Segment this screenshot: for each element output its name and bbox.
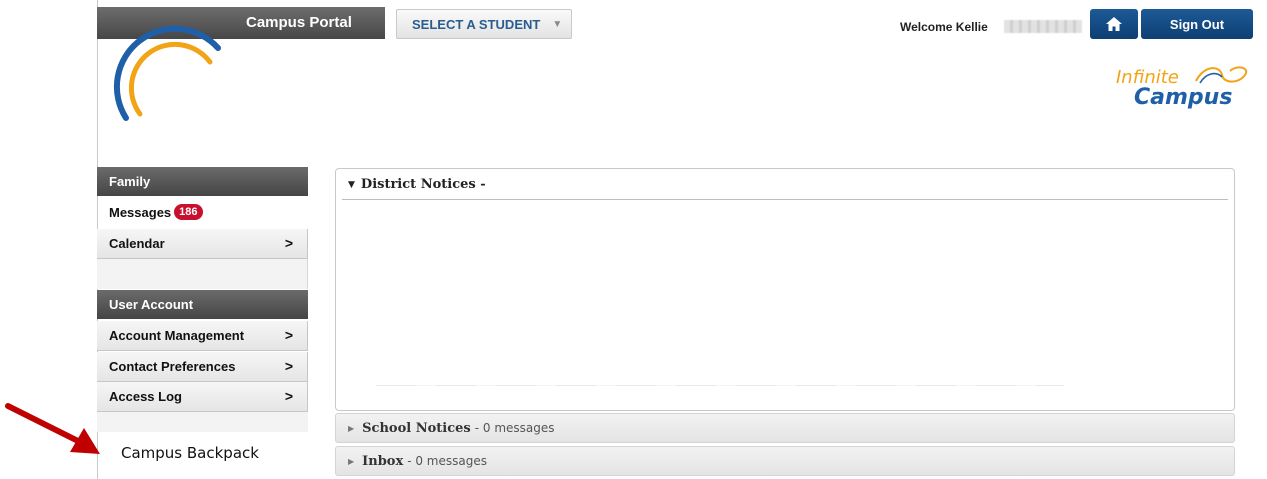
district-notices-panel: ▼ District Notices - xyxy=(335,168,1235,411)
contact-preferences-label: Contact Preferences xyxy=(109,359,236,374)
panel-divider xyxy=(342,199,1228,200)
select-student-dropdown[interactable]: SELECT A STUDENT ▼ xyxy=(396,9,572,39)
brand-line-2: Campus xyxy=(1134,85,1233,110)
inbox-title: Inbox xyxy=(362,453,404,469)
sidebar-item-calendar[interactable]: Calendar > xyxy=(97,229,308,259)
home-button[interactable] xyxy=(1090,9,1138,39)
redacted-name xyxy=(1004,20,1082,33)
inbox-count: - 0 messages xyxy=(407,454,487,468)
account-management-label: Account Management xyxy=(109,328,245,343)
district-notices-suffix: - xyxy=(475,177,486,192)
annotation-arrow-icon xyxy=(5,403,100,454)
sidebar-heading-family: Family xyxy=(97,167,308,196)
sign-out-button[interactable]: Sign Out xyxy=(1141,9,1253,39)
district-notices-title: District Notices xyxy=(360,177,476,192)
school-notices-panel[interactable]: ▶ School Notices - 0 messages xyxy=(335,413,1235,443)
sidebar-heading-user-account: User Account xyxy=(97,290,308,319)
school-notices-title: School Notices xyxy=(362,420,471,436)
sidebar-item-access-log[interactable]: Access Log > xyxy=(97,382,308,412)
sidebar-item-contact-preferences[interactable]: Contact Preferences > xyxy=(97,352,308,382)
campus-logo-icon xyxy=(113,25,221,121)
calendar-label: Calendar xyxy=(109,236,165,251)
family-heading-label: Family xyxy=(109,174,151,189)
access-log-label: Access Log xyxy=(109,389,182,404)
inbox-panel[interactable]: ▶ Inbox - 0 messages xyxy=(335,446,1235,476)
chevron-down-icon: ▼ xyxy=(552,18,563,30)
sidebar-spacer xyxy=(97,259,308,289)
chevron-right-icon: > xyxy=(284,327,293,343)
messages-count-badge: 186 xyxy=(174,204,203,220)
campus-backpack-link[interactable]: Campus Backpack xyxy=(121,444,259,462)
chevron-right-icon: > xyxy=(284,235,293,251)
triangle-down-icon: ▼ xyxy=(348,180,355,190)
triangle-right-icon: ▶ xyxy=(348,456,355,466)
school-notices-count: - 0 messages xyxy=(474,421,555,435)
home-icon xyxy=(1106,17,1122,31)
sign-out-label: Sign Out xyxy=(1169,16,1225,32)
sidebar-spacer xyxy=(97,412,308,432)
infinity-swoosh-icon xyxy=(1195,66,1248,84)
triangle-right-icon: ▶ xyxy=(348,423,355,433)
select-student-label: SELECT A STUDENT xyxy=(412,16,541,32)
welcome-text: Welcome Kellie xyxy=(900,20,988,34)
messages-label: Messages xyxy=(109,204,172,220)
infinite-campus-logo: Infinite Campus xyxy=(1112,61,1252,113)
faded-content xyxy=(376,385,1064,386)
chevron-right-icon: > xyxy=(284,388,293,404)
user-account-heading-label: User Account xyxy=(109,297,194,312)
portal-title: Campus Portal xyxy=(246,14,352,31)
sidebar-item-messages[interactable]: Messages 186 xyxy=(109,204,203,220)
district-notices-header[interactable]: ▼ District Notices - xyxy=(348,177,486,192)
chevron-right-icon: > xyxy=(284,358,293,374)
sidebar-item-account-management[interactable]: Account Management > xyxy=(97,321,308,351)
